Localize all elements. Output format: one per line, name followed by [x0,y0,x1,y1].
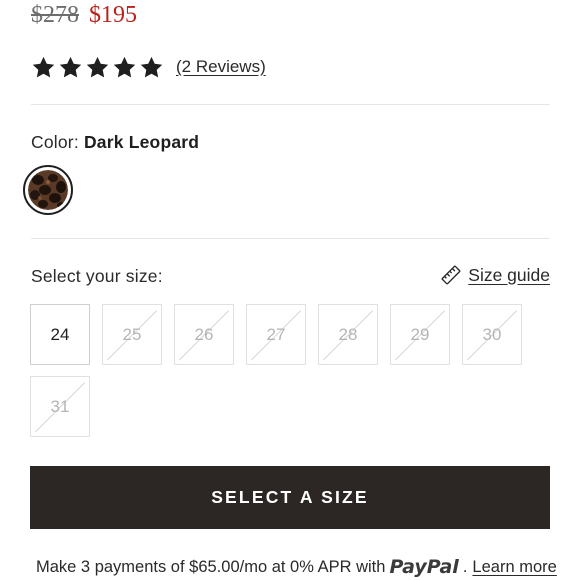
leopard-pattern-icon [28,170,68,210]
size-option-26[interactable]: 26 [174,304,234,365]
star-icon [113,56,136,77]
selected-color-name: Dark Leopard [83,132,200,152]
reviews-link[interactable]: (2 Reviews) [176,57,266,77]
size-option-24[interactable]: 24 [30,304,90,365]
size-option-31[interactable]: 31 [30,376,90,437]
size-option-25[interactable]: 25 [102,304,162,365]
size-option-label: 30 [482,324,502,344]
star-icon [140,56,163,77]
size-option-28[interactable]: 28 [318,304,378,365]
star-icon [32,56,55,77]
select-size-button[interactable]: SELECT A SIZE [30,466,550,529]
size-guide-link[interactable]: Size guide [440,264,550,286]
sale-price: $195 [89,2,137,28]
size-option-label: 26 [194,324,214,344]
color-swatch-dark-leopard[interactable] [23,165,73,215]
star-icon [86,56,109,77]
size-option-29[interactable]: 29 [390,304,450,365]
financing-text: Make 3 payments of $65.00/mo at 0% APR w… [36,557,386,576]
size-option-label: 27 [266,324,286,344]
size-option-label: 29 [410,324,430,344]
size-option-label: 31 [50,396,70,416]
color-label: Color: Dark Leopard [31,132,199,153]
rating-row: (2 Reviews) [31,53,266,81]
star-icon [59,56,82,77]
size-options: 24 25 26 27 28 29 30 31 [30,304,530,437]
financing-separator: . [462,557,468,576]
divider [31,104,550,105]
size-label: Select your size: [31,266,163,286]
price-row: $278 $195 [31,0,137,30]
size-option-label: 28 [338,324,358,344]
original-price: $278 [31,2,79,28]
learn-more-link[interactable]: Learn more [472,558,556,577]
size-option-label: 24 [50,324,70,344]
paypal-logo: PayPal [389,556,459,578]
size-option-30[interactable]: 30 [462,304,522,365]
ruler-icon [441,265,461,285]
size-option-label: 25 [122,324,142,344]
size-option-27[interactable]: 27 [246,304,306,365]
divider [31,238,550,239]
financing-message: Make 3 payments of $65.00/mo at 0% APR w… [36,555,557,579]
color-label-text: Color: [31,132,79,152]
star-rating [31,55,164,80]
size-guide-label: Size guide [468,264,550,285]
